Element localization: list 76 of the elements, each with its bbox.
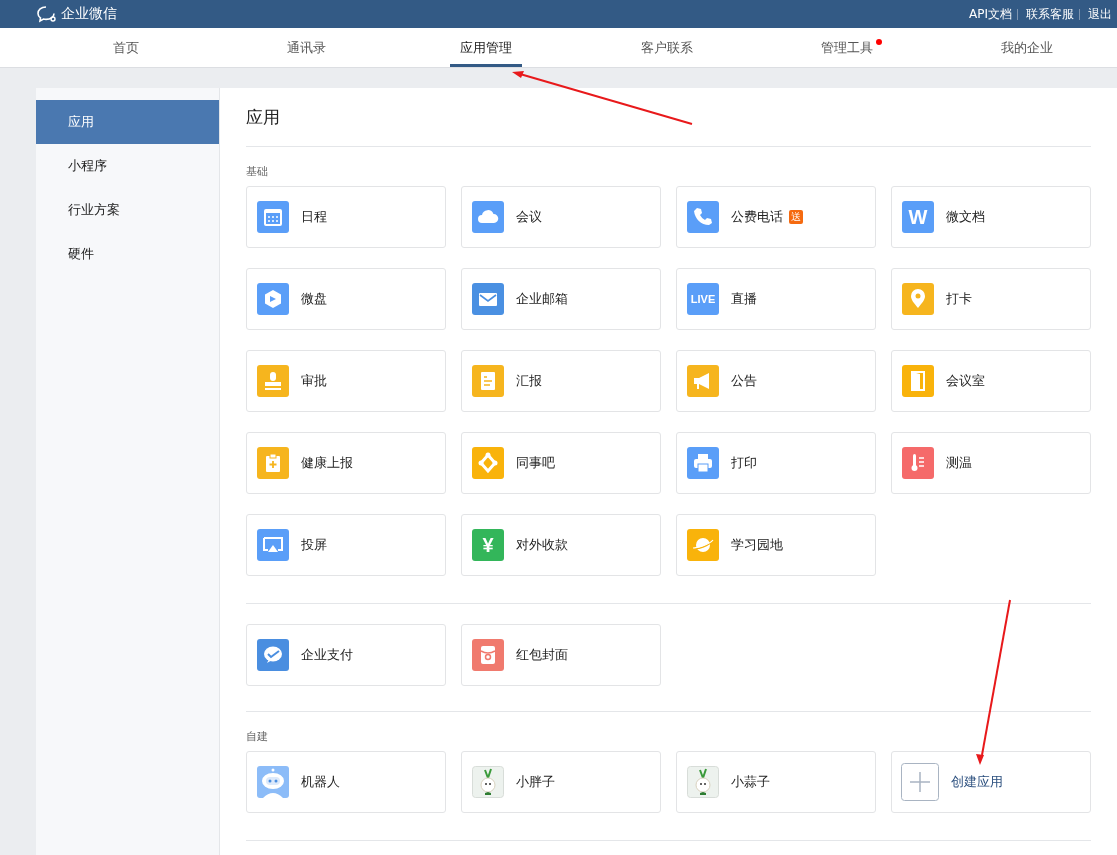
sidebar-item[interactable]: 小程序 (36, 144, 219, 188)
app-card[interactable]: 同事吧 (461, 432, 661, 494)
app-name: 直播 (731, 290, 757, 308)
app-card[interactable]: W 微文档 (891, 186, 1091, 248)
plus-icon (901, 763, 939, 801)
app-name: 日程 (301, 208, 327, 226)
nav-tab[interactable]: 应用管理 (450, 28, 523, 67)
app-card[interactable]: 审批 (246, 350, 446, 412)
app-card[interactable]: 投屏 (246, 514, 446, 576)
app-name: 同事吧 (516, 454, 555, 472)
app-card[interactable]: 小蒜子 (676, 751, 876, 813)
app-name: 打印 (731, 454, 757, 472)
app-card[interactable]: 日程 (246, 186, 446, 248)
page-title: 应用 (246, 88, 1091, 147)
app-name: 会议 (516, 208, 542, 226)
garlic-mascot-icon (687, 766, 719, 798)
app-name: 创建应用 (951, 773, 1003, 791)
section-heading: 自建 (246, 729, 269, 745)
app-card[interactable]: LIVE 直播 (676, 268, 876, 330)
app-card[interactable]: 健康上报 (246, 432, 446, 494)
app-card[interactable]: 学习园地 (676, 514, 876, 576)
nav-tab[interactable]: 我的企业 (990, 28, 1063, 67)
app-name: 对外收款 (516, 536, 568, 554)
app-name: 会议室 (946, 372, 985, 390)
app-name: 小胖子 (516, 773, 555, 791)
app-name: 审批 (301, 372, 327, 390)
app-card[interactable]: 打印 (676, 432, 876, 494)
app-card[interactable]: 公费电话 送 (676, 186, 876, 248)
chat-bubble-icon (36, 5, 58, 23)
app-card[interactable]: 企业邮箱 (461, 268, 661, 330)
app-card[interactable]: 测温 (891, 432, 1091, 494)
app-card[interactable]: 微盘 (246, 268, 446, 330)
app-name: 企业支付 (301, 646, 353, 664)
badge: 送 (789, 210, 803, 224)
app-name: 测温 (946, 454, 972, 472)
app-card[interactable]: 机器人 (246, 751, 446, 813)
app-card[interactable]: 红包封面 (461, 624, 661, 686)
app-card[interactable]: 创建应用 (891, 751, 1091, 813)
nav-tab[interactable]: 管理工具 (810, 28, 883, 67)
app-name: 汇报 (516, 372, 542, 390)
app-name: 企业邮箱 (516, 290, 568, 308)
app-name: 小蒜子 (731, 773, 770, 791)
app-name: 投屏 (301, 536, 327, 554)
app-card[interactable]: 汇报 (461, 350, 661, 412)
nav-tab[interactable]: 首页 (103, 28, 150, 67)
app-icon: W (902, 201, 934, 233)
sidebar-item[interactable]: 硬件 (36, 232, 219, 276)
app-name: 公费电话 (731, 208, 783, 226)
nav-tab[interactable]: 通讯录 (276, 28, 336, 67)
app-name: 红包封面 (516, 646, 568, 664)
top-link[interactable]: 联系客服 (1017, 8, 1079, 20)
app-name: 学习园地 (731, 536, 783, 554)
app-card[interactable]: 会议 (461, 186, 661, 248)
sidebar-item[interactable]: 应用 (36, 100, 219, 144)
app-name: 机器人 (301, 773, 340, 791)
sidebar-item[interactable]: 行业方案 (36, 188, 219, 232)
top-link[interactable]: API文档 (961, 5, 1017, 23)
app-card[interactable]: 企业支付 (246, 624, 446, 686)
top-link[interactable]: 退出 (1079, 8, 1117, 20)
app-icon: LIVE (687, 283, 719, 315)
app-name: 微文档 (946, 208, 985, 226)
product-name: 企业微信 (61, 5, 117, 23)
app-card[interactable]: 公告 (676, 350, 876, 412)
app-card[interactable]: ¥ 对外收款 (461, 514, 661, 576)
garlic-mascot-icon (472, 766, 504, 798)
app-name: 微盘 (301, 290, 327, 308)
app-card[interactable]: 打卡 (891, 268, 1091, 330)
app-card[interactable]: 会议室 (891, 350, 1091, 412)
robot-avatar-icon (257, 766, 289, 798)
nav-tab[interactable]: 客户联系 (630, 28, 703, 67)
app-icon: ¥ (472, 529, 504, 561)
app-name: 打卡 (946, 290, 972, 308)
section-heading: 基础 (246, 164, 269, 180)
app-card[interactable]: 小胖子 (461, 751, 661, 813)
app-name: 公告 (731, 372, 757, 390)
app-name: 健康上报 (301, 454, 353, 472)
